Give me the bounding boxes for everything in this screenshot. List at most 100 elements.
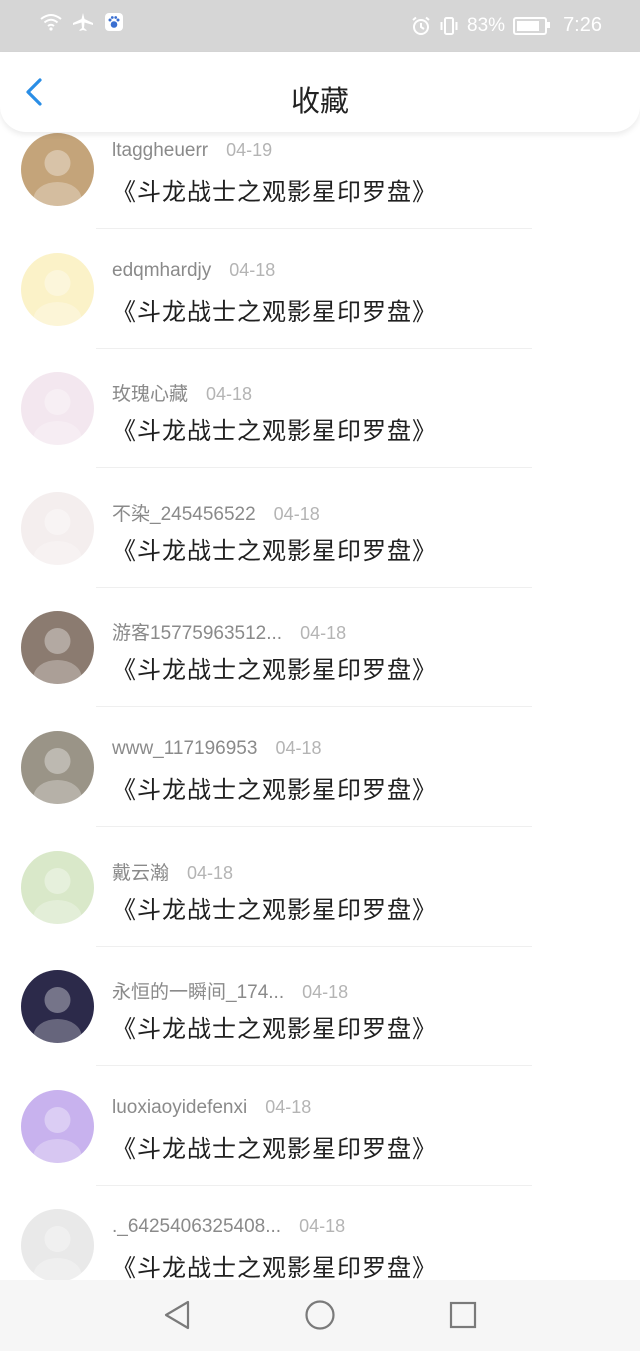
date: 04-18: [299, 1216, 346, 1237]
date: 04-18: [300, 623, 347, 644]
triangle-back-icon: [164, 1300, 190, 1330]
username[interactable]: ltaggheuerr: [112, 140, 208, 162]
book-title[interactable]: 《斗龙战士之观影星印罗盘》: [112, 1129, 437, 1164]
list-item[interactable]: edqmhardjy 04-18 《斗龙战士之观影星印罗盘》: [0, 240, 640, 360]
avatar-image: [33, 987, 82, 1044]
avatar-image: [33, 1106, 82, 1163]
username[interactable]: ._6425406325408...: [112, 1216, 281, 1238]
date: 04-18: [206, 384, 253, 405]
avatar[interactable]: [21, 252, 94, 326]
paw-app-icon: [104, 12, 124, 32]
book-title[interactable]: 《斗龙战士之观影星印罗盘》: [112, 411, 437, 446]
status-left-icons: [40, 12, 124, 32]
divider: [96, 1065, 532, 1067]
item-meta: 戴云瀚 04-18: [112, 858, 233, 885]
username[interactable]: www_117196953: [112, 738, 257, 760]
wifi-icon: [40, 13, 62, 31]
item-meta: edqmhardjy 04-18: [112, 260, 275, 282]
nav-back-button[interactable]: [160, 1298, 194, 1332]
vibrate-icon: [439, 16, 459, 36]
date: 04-18: [302, 982, 349, 1003]
list-item[interactable]: 永恒的一瞬间_174... 04-18 《斗龙战士之观影星印罗盘》: [0, 957, 640, 1077]
status-right: 83% 7:26: [411, 14, 602, 37]
book-title[interactable]: 《斗龙战士之观影星印罗盘》: [112, 770, 437, 805]
status-bar: 83% 7:26: [0, 0, 640, 52]
battery-icon: [513, 16, 551, 35]
avatar-image: [33, 150, 82, 206]
avatar-image: [33, 269, 82, 326]
favorites-list: ltaggheuerr 04-19 《斗龙战士之观影星印罗盘》 edqmhardjy 0…: [0, 120, 640, 1316]
date: 04-18: [265, 1096, 312, 1117]
date: 04-19: [226, 140, 273, 160]
item-meta: 不染_245456522 04-18: [112, 499, 320, 526]
username[interactable]: 玫瑰心藏: [112, 379, 188, 406]
system-nav-bar: [0, 1280, 640, 1351]
username[interactable]: 戴云瀚: [112, 858, 169, 885]
item-meta: luoxiaoyidefenxi 04-18: [112, 1097, 311, 1119]
divider: [96, 228, 532, 229]
airplane-icon: [72, 12, 94, 32]
avatar[interactable]: [21, 133, 94, 206]
avatar[interactable]: [21, 611, 94, 685]
list-item[interactable]: 玫瑰心藏 04-18 《斗龙战士之观影星印罗盘》: [0, 359, 640, 479]
item-meta: www_117196953 04-18: [112, 738, 321, 760]
book-title[interactable]: 《斗龙战士之观影星印罗盘》: [112, 890, 437, 925]
list-item[interactable]: ltaggheuerr 04-19 《斗龙战士之观影星印罗盘》: [0, 120, 640, 240]
avatar[interactable]: [21, 970, 94, 1044]
divider: [96, 347, 532, 349]
avatar[interactable]: [21, 1089, 94, 1163]
item-meta: 永恒的一瞬间_174... 04-18: [112, 977, 348, 1004]
book-title[interactable]: 《斗龙战士之观影星印罗盘》: [112, 531, 437, 566]
item-meta: ._6425406325408... 04-18: [112, 1216, 345, 1238]
divider: [96, 825, 532, 827]
book-title[interactable]: 《斗龙战士之观影星印罗盘》: [112, 1248, 437, 1283]
book-title[interactable]: 《斗龙战士之观影星印罗盘》: [112, 1009, 437, 1044]
list-item[interactable]: www_117196953 04-18 《斗龙战士之观影星印罗盘》: [0, 718, 640, 838]
avatar[interactable]: [21, 491, 94, 565]
username[interactable]: 不染_245456522: [112, 499, 256, 526]
avatar[interactable]: [21, 1209, 94, 1283]
avatar-image: [33, 867, 82, 924]
battery-fill: [517, 20, 539, 31]
avatar-image: [33, 389, 82, 446]
avatar[interactable]: [21, 730, 94, 804]
username[interactable]: 永恒的一瞬间_174...: [112, 977, 284, 1004]
divider: [96, 467, 532, 469]
app-header: 收藏: [0, 52, 640, 132]
square-recents-icon: [449, 1301, 477, 1329]
date: 04-18: [229, 259, 276, 280]
nav-home-button[interactable]: [303, 1298, 337, 1332]
list-item[interactable]: 戴云瀚 04-18 《斗龙战士之观影星印罗盘》: [0, 838, 640, 958]
avatar-image: [33, 508, 82, 565]
item-meta: 玫瑰心藏 04-18: [112, 379, 252, 406]
divider: [96, 945, 532, 947]
list-item[interactable]: 游客15775963512... 04-18 《斗龙战士之观影星印罗盘》: [0, 598, 640, 718]
avatar[interactable]: [21, 372, 94, 446]
item-meta: ltaggheuerr 04-19: [112, 140, 272, 162]
date: 04-18: [273, 503, 320, 524]
book-title[interactable]: 《斗龙战士之观影星印罗盘》: [112, 172, 437, 207]
item-meta: 游客15775963512... 04-18: [112, 618, 346, 645]
username[interactable]: edqmhardjy: [112, 260, 211, 282]
username[interactable]: 游客15775963512...: [112, 618, 282, 645]
list-item[interactable]: 不染_245456522 04-18 《斗龙战士之观影星印罗盘》: [0, 479, 640, 599]
book-title[interactable]: 《斗龙战士之观影星印罗盘》: [112, 650, 437, 685]
battery-percent: 83%: [467, 14, 506, 36]
avatar-image: [33, 1226, 82, 1283]
nav-recents-button[interactable]: [446, 1298, 480, 1332]
divider: [96, 586, 532, 588]
username[interactable]: luoxiaoyidefenxi: [112, 1097, 247, 1119]
page-title: 收藏: [290, 84, 349, 118]
list-item[interactable]: luoxiaoyidefenxi 04-18 《斗龙战士之观影星印罗盘》: [0, 1077, 640, 1197]
circle-home-icon: [305, 1300, 335, 1330]
avatar-image: [33, 747, 82, 804]
date: 04-18: [275, 737, 322, 758]
alarm-icon: [411, 16, 431, 36]
book-title[interactable]: 《斗龙战士之观影星印罗盘》: [112, 292, 437, 327]
date: 04-18: [187, 862, 234, 883]
divider: [96, 1184, 532, 1186]
clock-time: 7:26: [563, 14, 602, 36]
avatar-image: [33, 628, 82, 685]
avatar[interactable]: [21, 850, 94, 924]
divider: [96, 706, 532, 708]
